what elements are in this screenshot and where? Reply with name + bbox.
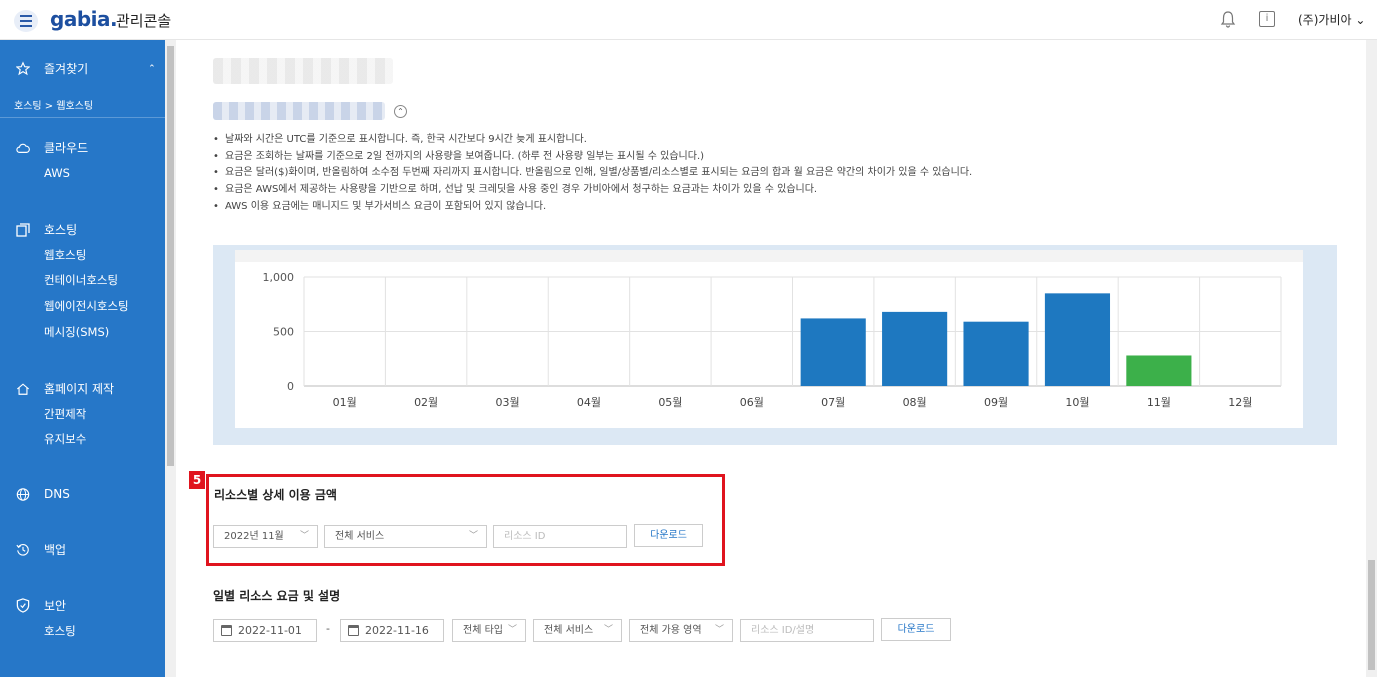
gabia-logo[interactable]: gabia. — [50, 7, 118, 31]
home-icon — [16, 382, 30, 396]
bar-07월 — [800, 318, 866, 386]
bar-08월 — [882, 311, 948, 386]
y-tick-label: 0 — [287, 380, 294, 393]
daily-download-button[interactable]: 다운로드 — [881, 618, 951, 641]
star-icon — [16, 61, 30, 76]
chart-card: 1,000 500 0 01월 02월 03월 04월 05월 06월 07월 08월 09월 10월 1… — [235, 250, 1303, 428]
notice-list: 날짜와 시간은 UTC를 기준으로 표시합니다. 즉, 한국 시간보다 9시간 … — [213, 132, 972, 216]
sidebar-item-maintenance[interactable]: 유지보수 — [44, 431, 86, 447]
x-tick-label: 09월 — [984, 396, 1008, 409]
zone-select[interactable]: 전체 가용 영역 ﹀ — [629, 619, 733, 642]
main-content: ⌃ 날짜와 시간은 UTC를 기준으로 표시합니다. 즉, 한국 시간보다 9시… — [176, 40, 1366, 677]
sidebar-item-dns[interactable]: DNS — [16, 487, 70, 501]
sidebar-item-sms[interactable]: 메시징(SMS) — [44, 324, 109, 340]
x-tick-label: 11월 — [1147, 396, 1171, 409]
x-tick-label: 05월 — [658, 396, 682, 409]
console-title: 관리콘솔 — [116, 12, 172, 30]
backup-icon — [16, 543, 30, 557]
user-menu[interactable]: (주)가비아 ⌄ — [1298, 11, 1365, 28]
bar-10월 — [1044, 293, 1111, 386]
menu-icon[interactable] — [14, 10, 38, 32]
sidebar-item-web-hosting[interactable]: 웹호스팅 — [44, 247, 86, 263]
notice-icon[interactable]: i — [1259, 11, 1275, 27]
x-tick-label: 08월 — [903, 396, 927, 409]
collapse-icon[interactable]: ⌃ — [394, 105, 407, 118]
step-badge: 5 — [189, 471, 205, 489]
chevron-down-icon: ﹀ — [714, 625, 724, 635]
sidebar-item-backup[interactable]: 백업 — [16, 541, 66, 558]
x-tick-label: 02월 — [414, 396, 438, 409]
x-tick-label: 01월 — [333, 396, 357, 409]
notice-item: 날짜와 시간은 UTC를 기준으로 표시합니다. 즉, 한국 시간보다 9시간 … — [213, 132, 972, 149]
resource-desc-input[interactable]: 리소스 ID/설명 — [740, 619, 874, 642]
chevron-down-icon: ﹀ — [468, 531, 478, 541]
x-tick-label: 07월 — [821, 396, 845, 409]
start-date-field[interactable]: 2022-11-01 — [213, 619, 317, 642]
download-button[interactable]: 다운로드 — [634, 524, 703, 547]
shield-icon — [16, 598, 30, 613]
breadcrumb[interactable]: 호스팅 > 웹호스팅 — [14, 97, 93, 112]
x-tick-label: 06월 — [740, 396, 764, 409]
sidebar-scrollbar[interactable] — [165, 40, 176, 677]
top-bar: gabia. 관리콘솔 i (주)가비아 ⌄ — [0, 0, 1377, 40]
x-tick-label: 10월 — [1065, 396, 1089, 409]
month-select[interactable]: 2022년 11월 ﹀ — [213, 525, 318, 548]
y-tick-label: 1,000 — [263, 271, 295, 284]
resource-section-title: 리소스별 상세 이용 금액 — [214, 488, 337, 502]
calendar-icon — [221, 625, 232, 636]
notice-item: 요금은 달러($)화이며, 반올림하여 소수점 두번째 자리까지 표시합니다. … — [213, 165, 972, 182]
chevron-down-icon: ﹀ — [299, 531, 309, 541]
notice-item: 요금은 조회하는 날짜를 기준으로 2일 전까지의 사용량을 보여줍니다. (하… — [213, 149, 972, 166]
monthly-usage-chart: 1,000 500 0 01월 02월 03월 04월 05월 06월 07월 08월 09월 10월 1… — [263, 271, 1282, 409]
end-date-field[interactable]: 2022-11-16 — [340, 619, 444, 642]
chart-panel: 1,000 500 0 01월 02월 03월 04월 05월 06월 07월 08월 09월 10월 1… — [213, 245, 1337, 445]
sidebar-item-homepage[interactable]: 홈페이지 제작 — [16, 380, 114, 397]
sidebar-item-favorites[interactable]: 즐겨찾기 ⌃ — [16, 60, 156, 77]
sidebar-item-agency-hosting[interactable]: 웹에이전시호스팅 — [44, 298, 129, 314]
resource-id-input[interactable]: 리소스 ID — [493, 525, 627, 548]
chevron-down-icon: ﹀ — [603, 625, 613, 635]
sidebar-item-security[interactable]: 보안 — [16, 597, 66, 614]
divider — [0, 117, 165, 118]
main-scrollbar[interactable] — [1366, 40, 1377, 677]
notice-item: 요금은 AWS에서 제공하는 사용량을 기반으로 하며, 선납 및 크레딧을 사… — [213, 182, 972, 199]
blurred-title — [213, 58, 393, 84]
blurred-subtitle — [213, 102, 385, 120]
sidebar-item-container-hosting[interactable]: 컨테이너호스팅 — [44, 272, 118, 288]
type-select[interactable]: 전체 타입 ﹀ — [452, 619, 526, 642]
x-tick-label: 03월 — [495, 396, 519, 409]
x-tick-label: 12월 — [1228, 396, 1252, 409]
calendar-icon — [348, 625, 359, 636]
main-scrollbar-thumb[interactable] — [1368, 560, 1375, 670]
cloud-icon — [16, 141, 30, 155]
sidebar: 즐겨찾기 ⌃ 호스팅 > 웹호스팅 클라우드 AWS 호스팅 웹호스팅 컨테이너… — [0, 40, 165, 677]
bar-09월 — [963, 321, 1029, 386]
sidebar-item-aws[interactable]: AWS — [44, 166, 70, 180]
hosting-icon — [16, 222, 30, 237]
notice-item: AWS 이용 요금에는 매니지드 및 부가서비스 요금이 포함되어 있지 않습니… — [213, 199, 972, 216]
chevron-down-icon: ﹀ — [507, 625, 517, 635]
sidebar-item-hosting[interactable]: 호스팅 — [16, 221, 77, 238]
bell-icon[interactable] — [1220, 10, 1236, 28]
sidebar-item-easy-build[interactable]: 간편제작 — [44, 406, 86, 422]
date-range-separator: - — [326, 622, 330, 635]
daily-section-title: 일별 리소스 요금 및 설명 — [213, 589, 341, 603]
sidebar-item-cloud[interactable]: 클라우드 — [16, 139, 88, 156]
x-tick-label: 04월 — [577, 396, 601, 409]
sidebar-item-security-hosting[interactable]: 호스팅 — [44, 623, 76, 639]
service-select[interactable]: 전체 서비스 ﹀ — [324, 525, 487, 548]
sidebar-scrollbar-thumb[interactable] — [167, 46, 174, 466]
bar-11월 — [1126, 355, 1192, 386]
daily-service-select[interactable]: 전체 서비스 ﹀ — [533, 619, 622, 642]
globe-icon — [16, 487, 30, 501]
chevron-up-icon[interactable]: ⌃ — [148, 64, 156, 74]
y-tick-label: 500 — [273, 326, 294, 339]
